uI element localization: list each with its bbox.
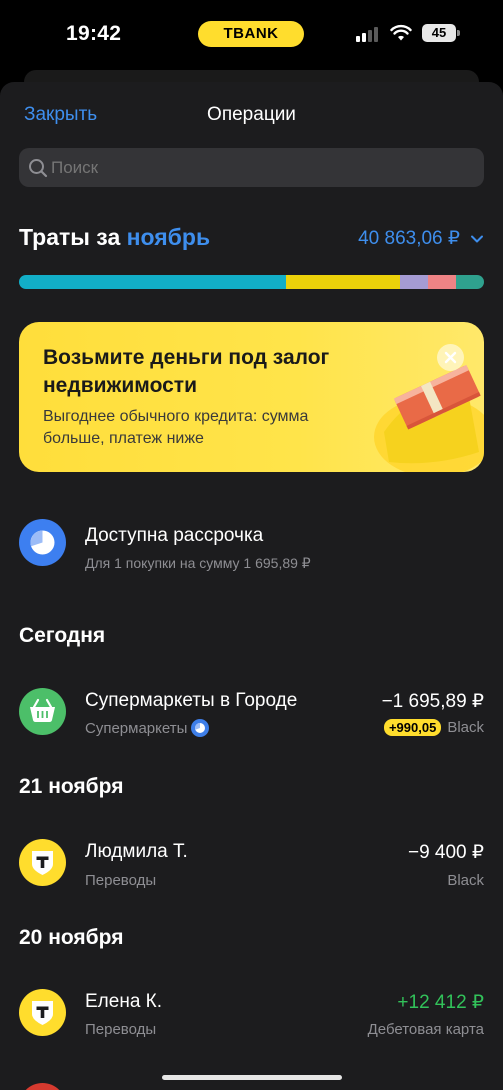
nav-bar: Закрыть Операции — [0, 82, 503, 146]
bank-pill[interactable]: TBANK — [198, 21, 304, 47]
operation-row[interactable]: Людмила Т. Переводы −9 400 ₽ Black — [0, 839, 503, 903]
operation-title: Людмила Т. — [85, 841, 188, 862]
spending-title: Траты за ноябрь — [19, 224, 210, 251]
home-indicator — [162, 1075, 342, 1080]
spending-segment — [428, 275, 457, 289]
operation-category: Переводы — [85, 872, 157, 889]
month-selector[interactable]: ноябрь — [127, 224, 210, 250]
installment-row[interactable]: Доступна рассрочка Для 1 покупки на сумм… — [0, 519, 503, 583]
battery-indicator: 45 — [422, 24, 456, 42]
promo-subtitle: Выгоднее обычного кредита: сумма больше,… — [43, 408, 309, 447]
operation-category: Супермаркеты — [85, 719, 210, 738]
spending-category-bar[interactable] — [19, 275, 484, 289]
chevron-down-icon — [471, 235, 483, 242]
spending-title-prefix: Траты за — [19, 224, 127, 250]
operation-meta: +990,05 Black — [383, 719, 484, 736]
operation-amount: −9 400 ₽ — [407, 842, 484, 863]
status-bar: 19:42 TBANK 45 — [0, 0, 503, 70]
tbank-logo-icon — [19, 989, 66, 1036]
operation-category-label: Супермаркеты — [85, 720, 188, 737]
promo-title: Возьмите деньги под залог недвижимости — [43, 346, 330, 397]
operation-amount: −1 695,89 ₽ — [381, 691, 484, 712]
operation-title: Елена К. — [85, 991, 163, 1012]
battery-tip — [457, 30, 460, 36]
operation-card: Black — [447, 719, 484, 736]
spending-segment — [286, 275, 401, 289]
spending-total-amount: 40 863,06 ₽ — [358, 228, 460, 249]
spending-total[interactable]: 40 863,06 ₽ — [358, 227, 484, 250]
search-input[interactable] — [51, 148, 471, 187]
installment-title: Доступна рассрочка — [85, 525, 264, 546]
operation-row[interactable]: Супермаркеты в Городе Супермаркеты −1 69… — [0, 688, 503, 752]
status-time: 19:42 — [66, 22, 122, 45]
operation-amount: +12 412 ₽ — [397, 992, 484, 1013]
section-header-today: Сегодня — [19, 624, 106, 647]
cellular-signal-icon — [356, 26, 382, 42]
money-stack-illustration — [374, 364, 484, 472]
tbank-logo-icon — [19, 839, 66, 886]
operation-row[interactable]: Елена К. Переводы +12 412 ₽ Дебетовая ка… — [0, 989, 503, 1053]
cashback-badge: +990,05 — [383, 719, 442, 736]
promo-close-button[interactable] — [437, 344, 464, 371]
spending-segment — [400, 275, 429, 289]
operations-sheet: Закрыть Операции Траты за ноябрь 40 863,… — [0, 82, 503, 1090]
operation-card: Black — [447, 872, 484, 889]
section-header-date: 21 ноября — [19, 775, 124, 798]
promo-banner[interactable]: Возьмите деньги под залог недвижимости В… — [19, 322, 484, 472]
search-bar[interactable] — [19, 148, 484, 187]
operation-category: Переводы — [85, 1021, 157, 1038]
page-title: Операции — [207, 104, 296, 125]
wifi-icon — [390, 24, 412, 41]
operation-title: Супермаркеты в Городе — [85, 690, 298, 711]
spending-segment — [456, 275, 484, 289]
search-icon — [29, 159, 48, 178]
operation-card: Дебетовая карта — [367, 1021, 484, 1038]
section-header-date: 20 ноября — [19, 926, 124, 949]
installment-badge-icon — [191, 719, 210, 738]
close-icon — [444, 351, 457, 364]
installment-subtitle: Для 1 покупки на сумму 1 695,89 ₽ — [85, 555, 311, 571]
spending-segment — [19, 275, 287, 289]
installment-icon — [19, 519, 66, 566]
supermarket-basket-icon — [19, 688, 66, 735]
